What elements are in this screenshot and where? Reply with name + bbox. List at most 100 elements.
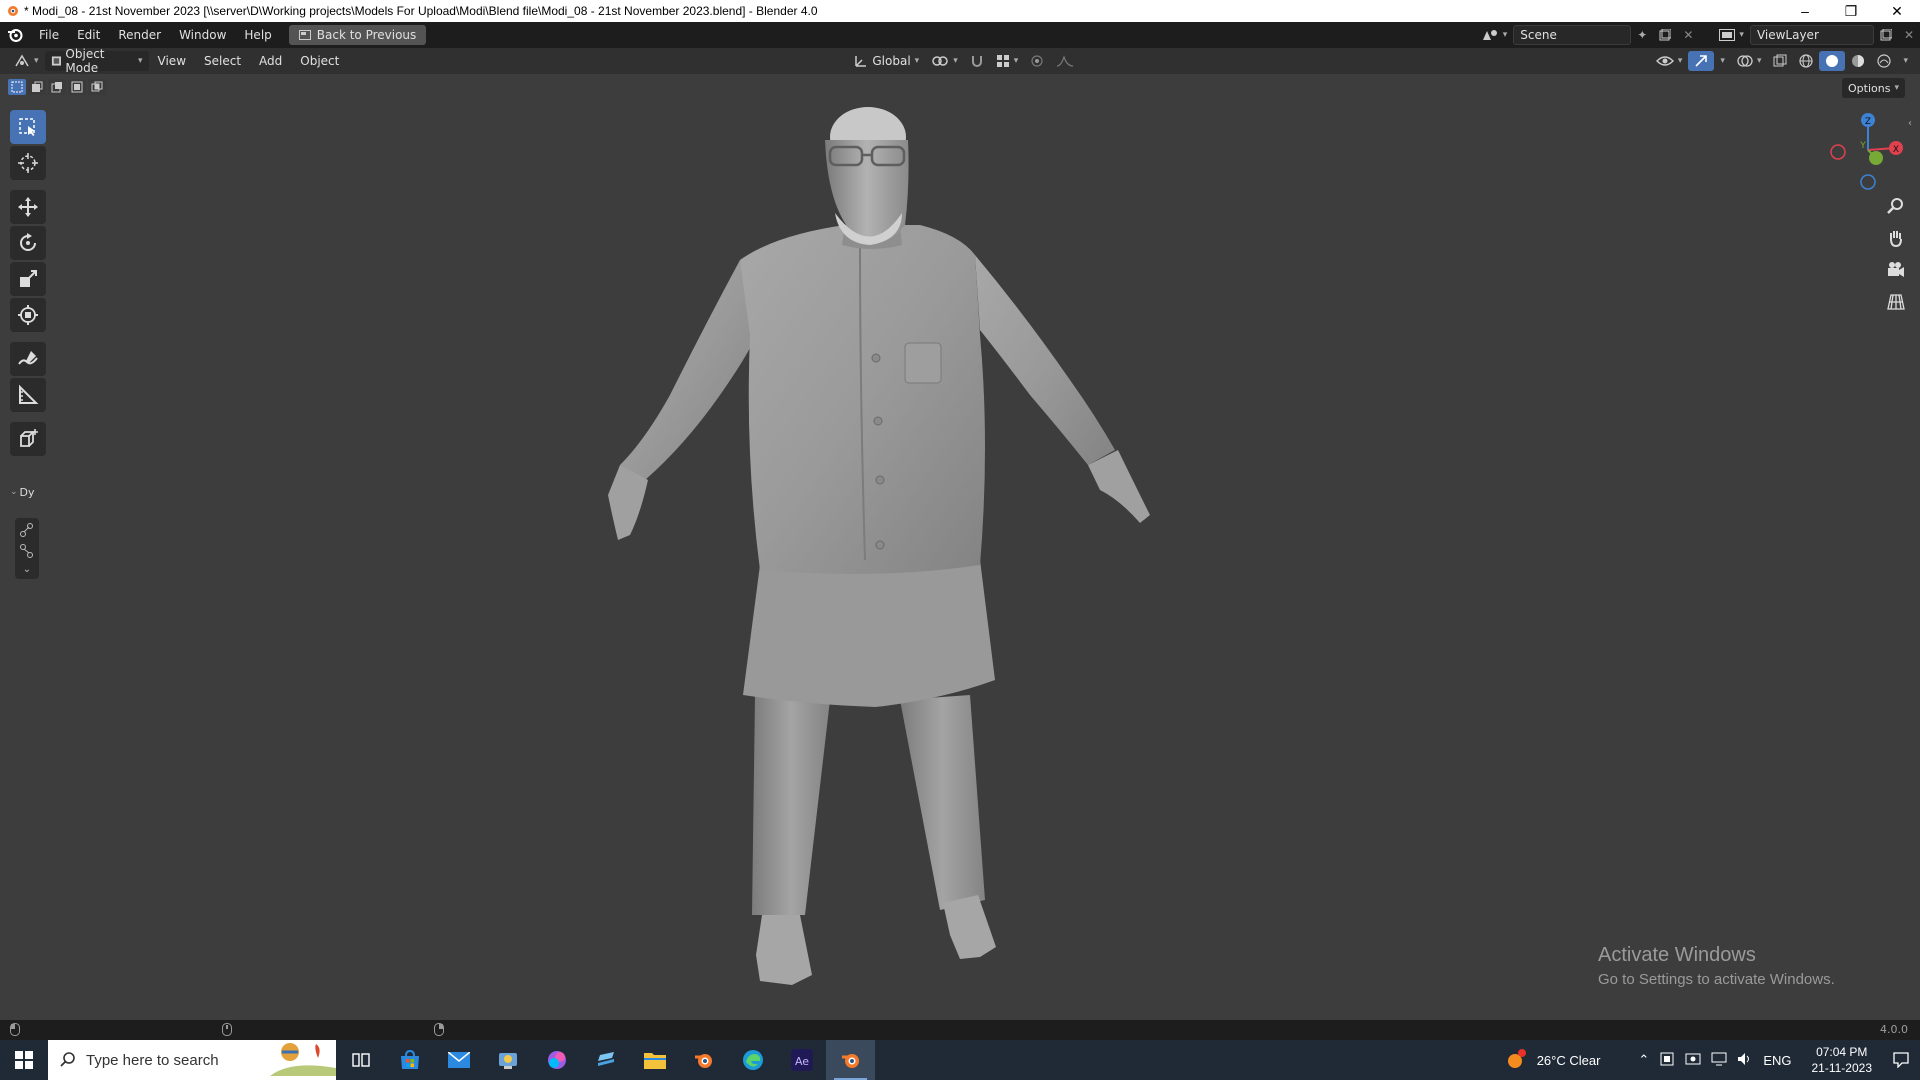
close-button[interactable]: ✕: [1874, 0, 1920, 22]
move-tool[interactable]: [10, 190, 46, 224]
annotate-tool[interactable]: [10, 342, 46, 376]
svg-text:Ae: Ae: [794, 1055, 808, 1068]
clock-date: 21-11-2023: [1811, 1061, 1873, 1075]
select-box-tool[interactable]: [10, 110, 46, 144]
taskbar-search-box[interactable]: Type here to search: [48, 1040, 336, 1080]
show-gizmo-toggle-icon[interactable]: [1688, 51, 1715, 71]
microsoft-store-icon[interactable]: [385, 1040, 434, 1080]
start-button[interactable]: [0, 1040, 48, 1080]
shading-options-dropdown[interactable]: ▾: [1897, 51, 1914, 71]
remove-node-icon[interactable]: [19, 543, 35, 562]
task-view-icon[interactable]: [336, 1040, 385, 1080]
select-invert-icon[interactable]: [68, 79, 86, 95]
notifications-icon[interactable]: [1882, 1052, 1920, 1068]
expand-chevron-icon[interactable]: ⌄: [23, 564, 31, 575]
sidebar-toggle-icon[interactable]: ‹: [1908, 118, 1912, 129]
delete-scene-icon[interactable]: ✕: [1677, 25, 1699, 45]
snap-toggle-icon[interactable]: [964, 51, 990, 71]
pan-hand-icon[interactable]: [1882, 226, 1910, 250]
select-extend-icon[interactable]: [28, 79, 46, 95]
shading-wireframe-icon[interactable]: [1793, 51, 1819, 71]
clock[interactable]: 07:04 PM 21-11-2023: [1812, 1044, 1873, 1076]
menu-window[interactable]: Window: [170, 22, 235, 48]
mail-icon[interactable]: [434, 1040, 483, 1080]
scene-name-field[interactable]: Scene: [1513, 25, 1632, 45]
pin-scene-icon[interactable]: ✦: [1631, 25, 1653, 45]
snap-increment-icon[interactable]: ▾: [990, 51, 1025, 71]
proportional-edit-icon[interactable]: [1024, 51, 1050, 71]
search-placeholder: Type here to search: [86, 1051, 219, 1069]
gizmo-neg-x[interactable]: [1830, 144, 1846, 160]
menu-render[interactable]: Render: [109, 22, 170, 48]
shading-solid-icon[interactable]: [1819, 51, 1846, 71]
pivot-point-icon[interactable]: ▾: [925, 51, 964, 71]
add-node-icon[interactable]: [19, 522, 35, 541]
gizmo-neg-z[interactable]: [1860, 174, 1876, 190]
photos-app-icon[interactable]: [532, 1040, 581, 1080]
network-icon[interactable]: [1711, 1051, 1727, 1070]
camera-view-icon[interactable]: [1882, 258, 1910, 282]
restore-button[interactable]: ❐: [1828, 0, 1874, 22]
menu-file[interactable]: File: [30, 22, 68, 48]
back-to-previous-button[interactable]: Back to Previous: [288, 25, 427, 45]
tray-app-icon[interactable]: [1659, 1051, 1675, 1070]
new-view-layer-icon[interactable]: [1874, 25, 1898, 45]
back-to-previous-label: Back to Previous: [316, 28, 417, 42]
minimize-button[interactable]: –: [1782, 0, 1828, 22]
blender-taskbar-icon[interactable]: [679, 1040, 728, 1080]
tray-network-monitor-icon[interactable]: [1685, 1051, 1701, 1070]
editor-type-icon[interactable]: ▾: [8, 51, 45, 71]
navigation-gizmo[interactable]: Z X Y: [1820, 104, 1910, 194]
view-layer-field[interactable]: ViewLayer: [1749, 25, 1874, 45]
weather-icon[interactable]: [1505, 1048, 1527, 1072]
delete-view-layer-icon[interactable]: ✕: [1898, 25, 1920, 45]
select-intersect-icon[interactable]: [88, 79, 106, 95]
shading-rendered-icon[interactable]: [1871, 51, 1897, 71]
scene-selector-icon[interactable]: ▾: [1475, 25, 1514, 45]
gizmo-y-axis[interactable]: [1869, 151, 1883, 165]
file-explorer-icon[interactable]: [630, 1040, 679, 1080]
scale-tool[interactable]: [10, 262, 46, 296]
transform-orientation-dropdown[interactable]: Global ▾: [848, 51, 925, 71]
add-cube-tool[interactable]: [10, 422, 46, 456]
menu-add[interactable]: Add: [250, 48, 291, 74]
dynamic-panel-header[interactable]: ⌄ Dy: [10, 482, 46, 502]
rotate-tool[interactable]: [10, 226, 46, 260]
perspective-grid-icon[interactable]: [1882, 290, 1910, 314]
control-panel-icon[interactable]: [483, 1040, 532, 1080]
xray-toggle-icon[interactable]: [1767, 51, 1793, 71]
gizmo-y-label: Y: [1859, 141, 1866, 151]
menu-select[interactable]: Select: [195, 48, 250, 74]
show-hidden-icons-icon[interactable]: ⌃: [1638, 1052, 1649, 1068]
blender-menu-icon[interactable]: [0, 22, 30, 48]
shading-material-icon[interactable]: [1845, 51, 1871, 71]
edge-browser-icon[interactable]: [728, 1040, 777, 1080]
sculpted-character-model[interactable]: [560, 95, 1200, 1000]
visibility-selectability-icon[interactable]: ▾: [1650, 51, 1689, 71]
input-language[interactable]: ENG: [1763, 1053, 1791, 1068]
windows-taskbar: Type here to search Ae 26°C Clear ⌃ ENG …: [0, 1040, 1920, 1080]
weather-text[interactable]: 26°C Clear: [1537, 1053, 1601, 1068]
falloff-icon[interactable]: [1050, 51, 1080, 71]
zoom-icon[interactable]: [1882, 194, 1910, 218]
select-new-icon[interactable]: [8, 79, 26, 95]
transform-tool[interactable]: [10, 298, 46, 332]
menu-edit[interactable]: Edit: [68, 22, 109, 48]
select-subtract-icon[interactable]: [48, 79, 66, 95]
new-scene-icon[interactable]: [1653, 25, 1677, 45]
menu-view[interactable]: View: [149, 48, 195, 74]
gizmo-options-dropdown[interactable]: ▾: [1714, 51, 1731, 71]
viewport-navigation-buttons: [1882, 194, 1910, 314]
show-overlays-icon[interactable]: ▾: [1731, 51, 1768, 71]
after-effects-icon[interactable]: Ae: [777, 1040, 826, 1080]
menu-help[interactable]: Help: [235, 22, 280, 48]
file-transfer-icon[interactable]: [581, 1040, 630, 1080]
options-dropdown[interactable]: Options ▾: [1842, 78, 1905, 98]
view-layer-selector-icon[interactable]: ▾: [1713, 25, 1750, 45]
measure-tool[interactable]: [10, 378, 46, 412]
object-mode-dropdown[interactable]: Object Mode ▾: [44, 47, 149, 75]
volume-icon[interactable]: [1737, 1051, 1753, 1070]
cursor-tool[interactable]: [10, 146, 46, 180]
blender-active-window-icon[interactable]: [826, 1040, 875, 1080]
menu-object[interactable]: Object: [291, 48, 348, 74]
